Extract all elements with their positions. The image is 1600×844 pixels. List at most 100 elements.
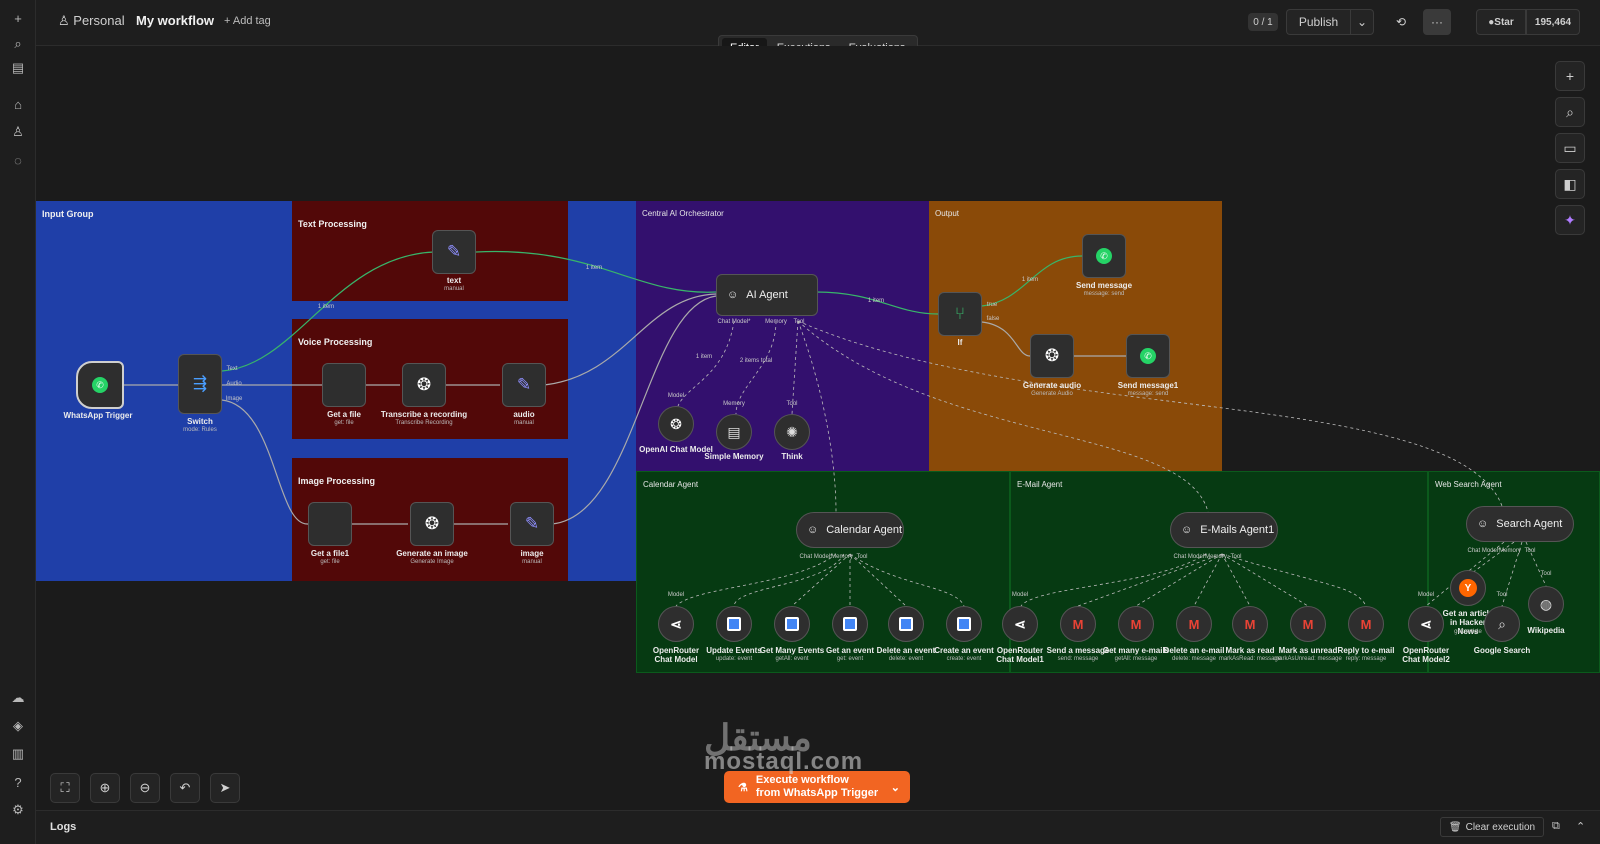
- trash-icon: 🗑: [1448, 821, 1462, 833]
- transcribe-node[interactable]: ❂: [402, 363, 446, 407]
- audio-set-node[interactable]: ✎: [502, 363, 546, 407]
- node-label: Mark as read: [1225, 646, 1275, 655]
- port-label: Tool: [1540, 571, 1552, 577]
- openrouter-chat-model-node[interactable]: ⋖: [658, 606, 694, 642]
- gmail-icon: M: [1244, 616, 1256, 632]
- switch-node[interactable]: ⇶: [178, 354, 222, 414]
- send-message-node[interactable]: ✆: [1082, 234, 1126, 278]
- templates-icon[interactable]: ◈: [8, 716, 28, 736]
- execute-label: Execute workflow from WhatsApp Trigger: [756, 774, 878, 800]
- calendar-icon: [899, 617, 913, 631]
- pencil-icon: ✎: [524, 514, 540, 533]
- connection-edge: [551, 295, 717, 525]
- node-label: Send message: [1075, 281, 1133, 290]
- get-file1-node[interactable]: [308, 502, 352, 546]
- port-label: Model: [667, 393, 685, 399]
- edge-label: 1 item: [1021, 277, 1039, 283]
- openrouter-chat-model1-node[interactable]: ⋖: [1002, 606, 1038, 642]
- email-agent-node[interactable]: ☺ E-Mails Agent1: [1170, 512, 1278, 548]
- edge-label: 1 item: [867, 298, 885, 304]
- delete-event-node[interactable]: [888, 606, 924, 642]
- node-subtitle: get: file: [334, 420, 354, 426]
- logs-toggle[interactable]: Logs: [50, 821, 76, 833]
- whatsapp-trigger-node[interactable]: ✆: [76, 361, 124, 409]
- text-set-node[interactable]: ✎: [432, 230, 476, 274]
- image-set-node[interactable]: ✎: [510, 502, 554, 546]
- tidy-up-button[interactable]: ➤: [210, 773, 240, 803]
- add-tag-button[interactable]: + Add tag: [224, 15, 271, 27]
- node-subtitle: get: event: [836, 656, 864, 662]
- get-many-events-node[interactable]: [774, 606, 810, 642]
- connection-edge: [791, 553, 851, 607]
- node-label: Generate audio: [1022, 381, 1082, 390]
- port-label: Memory: [723, 401, 745, 407]
- reply-email-node[interactable]: M: [1348, 606, 1384, 642]
- publish-dropdown-chevron-icon[interactable]: ⌄: [1350, 9, 1374, 35]
- port-label: Tool: [793, 319, 805, 325]
- user-icon[interactable]: ♙: [8, 122, 28, 142]
- settings-icon[interactable]: ⚙: [8, 800, 28, 820]
- publish-button[interactable]: Publish: [1286, 9, 1350, 35]
- undo-button[interactable]: ↶: [170, 773, 200, 803]
- node-label: OpenAI Chat Model: [639, 445, 713, 454]
- ai-agent-node[interactable]: ☺ AI Agent: [716, 274, 818, 316]
- execute-line2: from WhatsApp Trigger: [755, 787, 879, 799]
- clear-execution-button[interactable]: 🗑 Clear execution: [1440, 817, 1544, 837]
- create-event-node[interactable]: [946, 606, 982, 642]
- breadcrumb-owner[interactable]: ♙ Personal: [58, 13, 125, 29]
- workflow-name[interactable]: My workflow: [136, 13, 214, 28]
- node-subtitle: send: message: [1057, 656, 1099, 662]
- help-icon[interactable]: ?: [8, 772, 28, 792]
- more-options-button[interactable]: ···: [1423, 9, 1451, 35]
- get-event-node[interactable]: [832, 606, 868, 642]
- version-counter: 0 / 1: [1248, 13, 1278, 31]
- insights-icon[interactable]: ▥: [8, 744, 28, 764]
- send-email-node[interactable]: M: [1060, 606, 1096, 642]
- cloud-icon[interactable]: ☁: [8, 688, 28, 708]
- think-node[interactable]: ✺: [774, 414, 810, 450]
- side-panel-button[interactable]: ◧: [1555, 169, 1585, 199]
- delete-email-node[interactable]: M: [1176, 606, 1212, 642]
- node-label: Reply to e-mail: [1337, 646, 1395, 655]
- panel-icon[interactable]: ▤: [8, 58, 28, 78]
- generate-audio-node[interactable]: ❂: [1030, 334, 1074, 378]
- simple-memory-node[interactable]: ▤: [716, 414, 752, 450]
- calendar-agent-node[interactable]: ☺ Calendar Agent: [796, 512, 904, 548]
- zoom-out-button[interactable]: ⊖: [130, 773, 160, 803]
- ai-assistant-button[interactable]: ✦: [1555, 205, 1585, 235]
- home-icon[interactable]: ⌂: [8, 94, 28, 114]
- hacker-news-node[interactable]: Y: [1450, 570, 1486, 606]
- pencil-icon: ✎: [446, 242, 462, 261]
- chevron-down-icon[interactable]: ⌄: [891, 781, 900, 794]
- update-events-node[interactable]: [716, 606, 752, 642]
- add-node-button[interactable]: +: [1555, 61, 1585, 91]
- search-icon[interactable]: ⌕: [8, 34, 28, 54]
- zoom-in-button[interactable]: ⊕: [90, 773, 120, 803]
- github-star-button[interactable]: ● Star: [1476, 9, 1526, 35]
- openai-chat-model-node[interactable]: ❂: [658, 406, 694, 442]
- generate-image-node[interactable]: ❂: [410, 502, 454, 546]
- sticky-note-button[interactable]: ▭: [1555, 133, 1585, 163]
- port-label: Model: [1011, 592, 1029, 598]
- google-search-node[interactable]: ⌕: [1484, 606, 1520, 642]
- chevron-up-icon[interactable]: ⌃: [1576, 820, 1585, 833]
- search-agent-node[interactable]: ☺ Search Agent: [1466, 506, 1574, 542]
- if-node[interactable]: ⑂: [938, 292, 982, 336]
- openai-icon: ❂: [1044, 346, 1060, 365]
- search-nodes-button[interactable]: ⌕: [1555, 97, 1585, 127]
- history-icon[interactable]: ⟲: [1388, 9, 1414, 35]
- openai-icon: ❂: [416, 375, 432, 394]
- workflow-canvas[interactable]: Input Group Text Processing Voice Proces…: [36, 46, 1600, 810]
- send-message1-node[interactable]: ✆: [1126, 334, 1170, 378]
- popout-icon[interactable]: ⧉: [1552, 820, 1560, 833]
- node-subtitle: markAsRead: message: [1218, 656, 1282, 662]
- mark-as-unread-node[interactable]: M: [1290, 606, 1326, 642]
- plus-icon[interactable]: +: [8, 8, 28, 28]
- connection-edge: [675, 553, 837, 607]
- mark-as-read-node[interactable]: M: [1232, 606, 1268, 642]
- get-many-emails-node[interactable]: M: [1118, 606, 1154, 642]
- chat-icon[interactable]: ◌: [8, 150, 28, 170]
- wikipedia-node[interactable]: ◍: [1528, 586, 1564, 622]
- get-file-node[interactable]: [322, 363, 366, 407]
- fit-view-button[interactable]: ⛶: [50, 773, 80, 803]
